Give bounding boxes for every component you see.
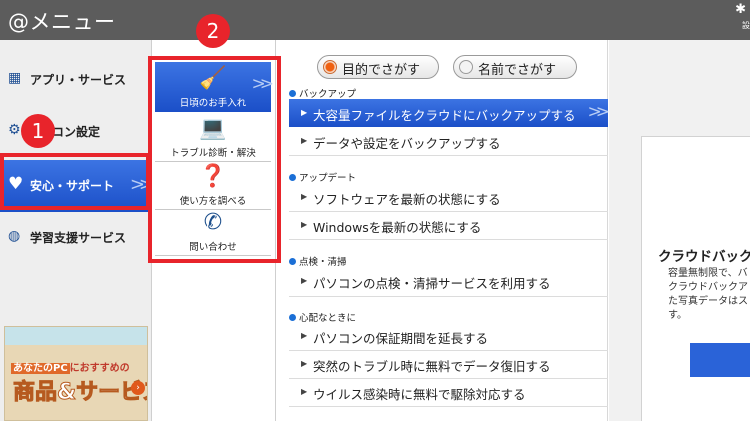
divider <box>289 239 608 240</box>
section-heading-inspection: 点検・清掃 <box>289 254 347 268</box>
list-item[interactable]: ▶ 大容量ファイルをクラウドにバックアップする >> <box>289 99 610 127</box>
radio-label: 名前でさがす <box>478 63 557 78</box>
title-bar: @メニュー ✱ 設 <box>0 0 750 40</box>
main-list-panel: 目的でさがす 名前でさがす バックアップ ▶ 大容量ファイルをクラウドにバックア… <box>277 40 610 421</box>
annotation-badge-1: 1 <box>21 114 55 148</box>
list-item-label: データや設定をバックアップする <box>313 136 501 151</box>
detail-panel: クラウドバック 容量無制限で、バ クラウドバックア た写真データはス す。 <box>609 40 750 421</box>
annotation-badge-2: 2 <box>196 14 230 48</box>
divider <box>289 406 608 407</box>
nav-item-learning[interactable]: ◍ 学習支援サービス <box>0 212 152 264</box>
globe-icon: ◍ <box>8 228 21 244</box>
search-by-name-button[interactable]: 名前でさがす <box>453 55 577 79</box>
search-by-purpose-button[interactable]: 目的でさがす <box>317 55 439 79</box>
radio-unselected-icon <box>459 60 473 74</box>
settings-label[interactable]: 設 <box>742 20 750 31</box>
detail-card-description: 容量無制限で、バ クラウドバックア た写真データはス す。 <box>668 268 748 321</box>
section-heading-update: アップデート <box>289 170 356 184</box>
annotation-box-1 <box>0 153 150 210</box>
detail-card: クラウドバック 容量無制限で、バ クラウドバックア た写真データはス す。 <box>641 136 750 421</box>
settings-icon[interactable]: ✱ <box>735 2 746 17</box>
section-heading-backup: バックアップ <box>289 86 356 100</box>
chevron-right-icon: › <box>131 381 145 395</box>
banner-line1: あなたのPC におすすめの <box>11 363 130 374</box>
chevron-right-icon: >> <box>587 102 610 122</box>
list-item-label: Windowsを最新の状態にする <box>313 220 482 235</box>
triangle-right-icon: ▶ <box>301 192 308 201</box>
detail-card-title: クラウドバック <box>658 249 750 265</box>
triangle-right-icon: ▶ <box>301 136 308 145</box>
list-item[interactable]: ▶ 突然のトラブル時に無料でデータ復旧する <box>289 350 608 378</box>
bullet-icon <box>289 314 296 321</box>
list-item[interactable]: ▶ パソコンの点検・清掃サービスを利用する <box>289 267 608 295</box>
nav-item-label: アプリ・サービス <box>30 73 127 87</box>
triangle-right-icon: ▶ <box>301 276 308 285</box>
list-item[interactable]: ▶ ソフトウェアを最新の状態にする <box>289 183 608 211</box>
bullet-icon <box>289 258 296 265</box>
gear-icon: ⚙ <box>8 122 21 138</box>
list-item[interactable]: ▶ パソコンの保証期間を延長する <box>289 322 608 350</box>
recommend-banner[interactable]: あなたのPCにおすすめの 商品&サービス › <box>4 326 148 421</box>
nav-item-label: 学習支援サービス <box>30 231 127 245</box>
banner-header-strip <box>5 327 147 345</box>
divider <box>289 155 608 156</box>
window-title: @メニュー <box>8 10 116 34</box>
detail-card-action-button[interactable] <box>690 343 750 377</box>
triangle-right-icon: ▶ <box>301 359 308 368</box>
list-item[interactable]: ▶ データや設定をバックアップする <box>289 127 608 155</box>
banner-line2: 商品&サービス <box>12 380 147 406</box>
list-item[interactable]: ▶ ウイルス感染時に無料で駆除対応する <box>289 378 608 406</box>
list-item-label: パソコンの点検・清掃サービスを利用する <box>313 276 551 291</box>
triangle-right-icon: ▶ <box>301 331 308 340</box>
list-item-label: ウイルス感染時に無料で駆除対応する <box>313 387 526 402</box>
nav-item-label: コン設定 <box>52 125 101 139</box>
list-item-label: ソフトウェアを最新の状態にする <box>313 192 501 207</box>
annotation-box-2 <box>148 56 281 263</box>
divider <box>289 296 608 297</box>
triangle-right-icon: ▶ <box>301 108 308 117</box>
nav-item-apps[interactable]: ▦ アプリ・サービス <box>0 54 152 106</box>
list-item[interactable]: ▶ Windowsを最新の状態にする <box>289 211 608 239</box>
radio-label: 目的でさがす <box>342 63 421 78</box>
bullet-icon <box>289 90 296 97</box>
grid-icon: ▦ <box>8 70 22 86</box>
list-item-label: 大容量ファイルをクラウドにバックアップする <box>313 108 576 123</box>
radio-selected-icon <box>323 60 337 74</box>
triangle-right-icon: ▶ <box>301 220 308 229</box>
list-item-label: 突然のトラブル時に無料でデータ復旧する <box>313 359 551 374</box>
list-item-label: パソコンの保証期間を延長する <box>313 331 489 346</box>
triangle-right-icon: ▶ <box>301 387 308 396</box>
bullet-icon <box>289 174 296 181</box>
